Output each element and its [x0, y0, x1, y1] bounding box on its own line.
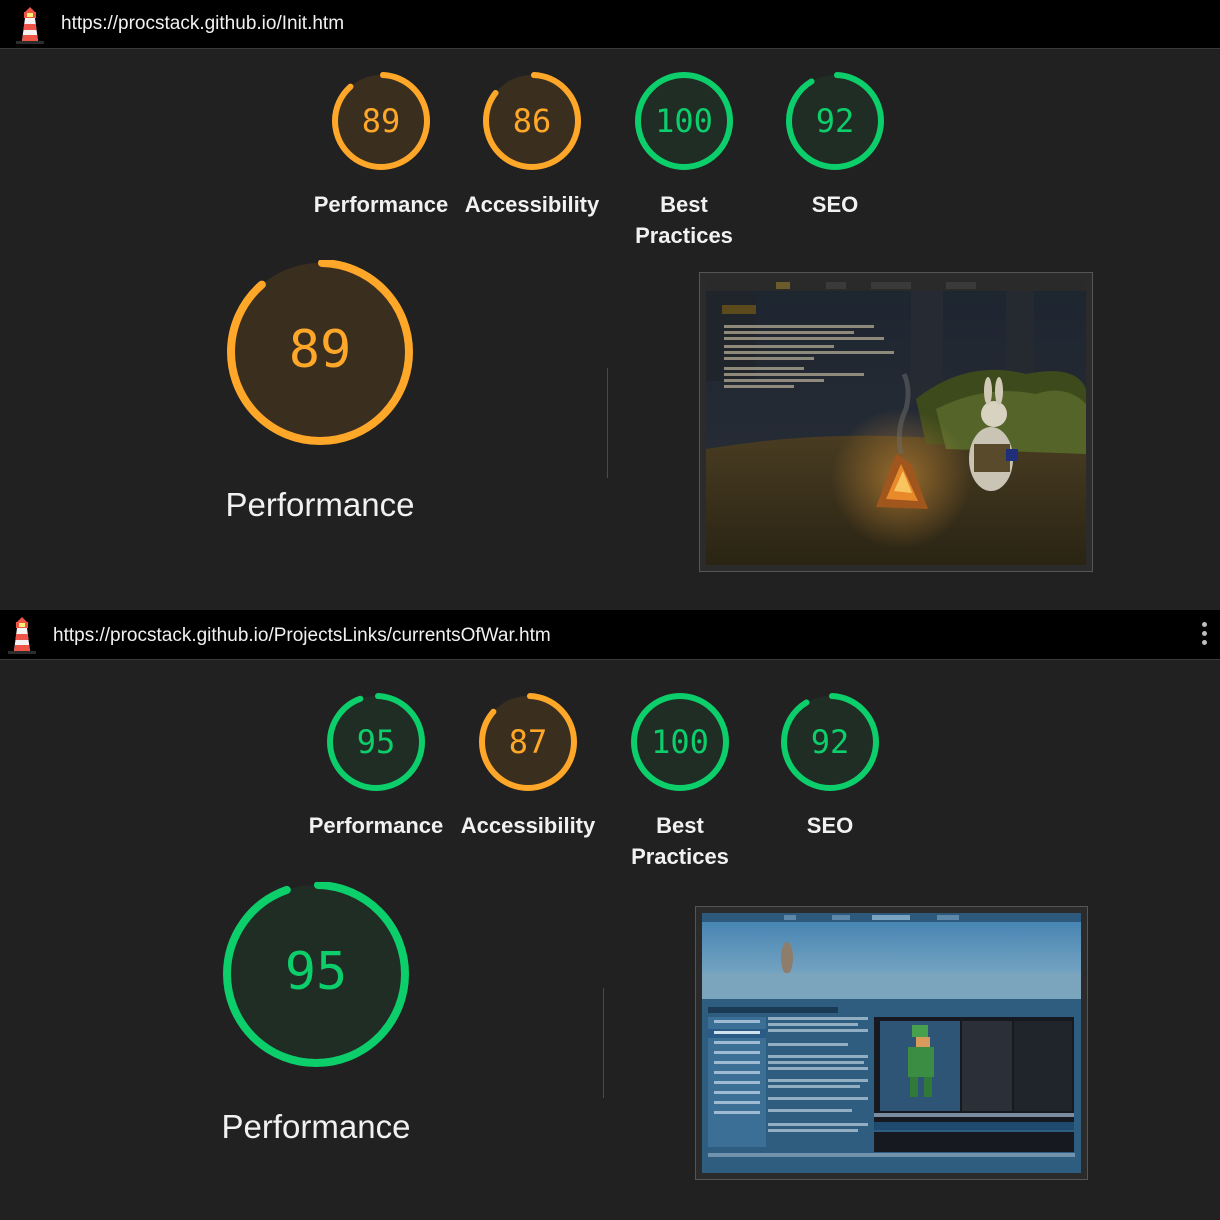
gauge-score: 92: [810, 723, 850, 761]
gauge-label: Best Practices: [635, 192, 733, 248]
focus-label: Performance: [225, 486, 415, 523]
currents-of-war-page-image: [702, 913, 1081, 1173]
focus-score: 95: [284, 942, 348, 1002]
gauge-score: 100: [651, 723, 709, 761]
gauge-score: 92: [815, 102, 855, 140]
gauge-label: Accessibility: [460, 813, 596, 838]
lighthouse-logo-icon: [8, 617, 36, 654]
focus-label: Performance: [221, 1108, 411, 1145]
gauge-label: Performance: [308, 813, 444, 838]
gauge-performance[interactable]: 89 Performance: [314, 71, 448, 217]
page-screenshot[interactable]: [695, 906, 1088, 1180]
gauge-seo[interactable]: 92 SEO: [770, 692, 890, 838]
more-options-icon[interactable]: [1198, 622, 1210, 650]
gauge-label: Performance: [313, 192, 449, 217]
gauge-accessibility[interactable]: 87 Accessibility: [461, 692, 595, 838]
url-bar: https://procstack.github.io/ProjectsLink…: [0, 612, 1220, 660]
gauge-score: 95: [356, 723, 396, 761]
focus-gauge-performance[interactable]: 95 Performance: [216, 881, 416, 1145]
gauge-seo[interactable]: 92 SEO: [775, 71, 895, 217]
gauge-label: SEO: [806, 813, 854, 838]
url-bar: https://procstack.github.io/Init.htm: [0, 0, 1220, 49]
divider: [603, 988, 604, 1098]
lighthouse-report-1: https://procstack.github.io/Init.htm 89 …: [0, 0, 1220, 610]
focus-gauge-performance[interactable]: 89 Performance: [220, 259, 420, 523]
gauge-performance[interactable]: 95 Performance: [309, 692, 443, 838]
gauge-label: Accessibility: [464, 192, 600, 217]
gauge-label: SEO: [811, 192, 859, 217]
divider: [607, 368, 608, 478]
lighthouse-report-2: https://procstack.github.io/ProjectsLink…: [0, 612, 1220, 1220]
gauge-best-practices[interactable]: 100 Best Practices: [624, 71, 744, 248]
gauge-accessibility[interactable]: 86 Accessibility: [465, 71, 599, 217]
focus-score: 89: [288, 320, 352, 380]
page-screenshot[interactable]: [699, 272, 1093, 572]
page-url[interactable]: https://procstack.github.io/ProjectsLink…: [53, 625, 551, 647]
gauge-score: 87: [508, 723, 548, 761]
page-url[interactable]: https://procstack.github.io/Init.htm: [61, 13, 344, 35]
gauge-score: 89: [361, 102, 401, 140]
gauge-label: Best Practices: [631, 813, 729, 869]
campfire-scene-image: [706, 279, 1086, 565]
gauge-best-practices[interactable]: 100 Best Practices: [620, 692, 740, 869]
gauge-score: 100: [655, 102, 713, 140]
lighthouse-logo-icon: [16, 7, 44, 44]
gauge-score: 86: [512, 102, 552, 140]
